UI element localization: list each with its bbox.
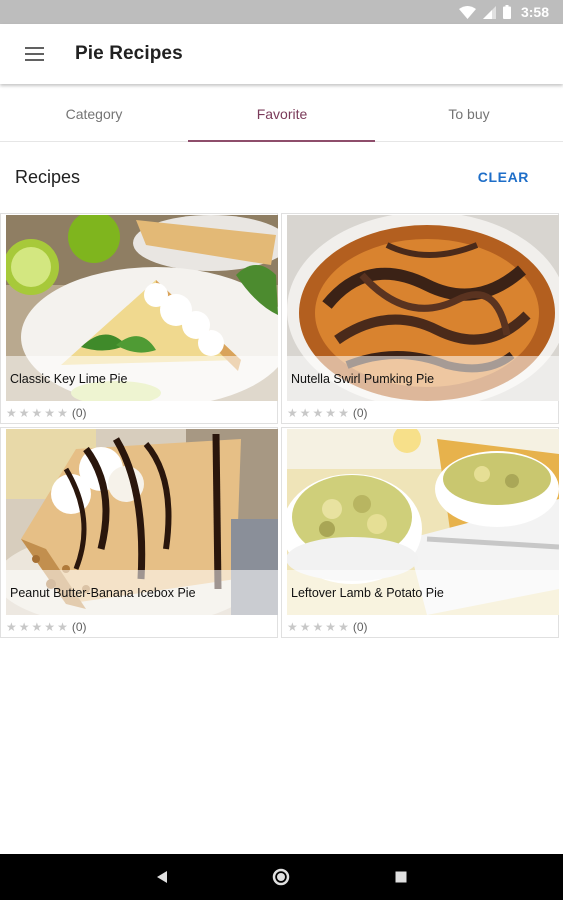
recipe-title: Nutella Swirl Pumking Pie <box>291 372 435 386</box>
star-icon: ★ <box>312 406 324 420</box>
star-icon: ★ <box>6 406 17 420</box>
star-icon: ★ <box>312 620 324 634</box>
status-time: 3:58 <box>520 4 549 20</box>
rating-count: (0) <box>352 406 368 420</box>
star-icon: ★ <box>299 406 311 420</box>
rating-row: ★ ★ ★ ★ ★ (0) <box>287 404 368 422</box>
star-icon: ★ <box>325 620 337 634</box>
app-title: Pie Recipes <box>75 43 183 64</box>
lamb-potato-pie-photo: Leftover Lamb & Potato Pie <box>287 429 559 615</box>
status-icons: 3:58 <box>458 4 549 20</box>
tab-to-buy[interactable]: To buy <box>375 85 563 142</box>
star-icon: ★ <box>287 406 298 420</box>
rating-row: ★ ★ ★ ★ ★ (0) <box>6 404 87 422</box>
star-icon: ★ <box>338 620 349 634</box>
rating-row: ★ ★ ★ ★ ★ (0) <box>287 618 368 636</box>
star-rating: ★ ★ ★ ★ ★ <box>287 621 349 633</box>
star-icon: ★ <box>287 620 298 634</box>
nav-bar <box>0 854 563 900</box>
recipe-card[interactable]: Peanut Butter-Banana Icebox Pie ★ ★ ★ ★ … <box>0 427 278 638</box>
star-rating: ★ ★ ★ ★ ★ <box>6 621 68 633</box>
rating-row: ★ ★ ★ ★ ★ (0) <box>6 618 87 636</box>
back-icon[interactable] <box>140 854 184 900</box>
battery-icon <box>502 5 511 19</box>
rating-count: (0) <box>352 620 368 634</box>
clear-button[interactable]: CLEAR <box>478 169 529 185</box>
recipe-title: Classic Key Lime Pie <box>10 372 128 386</box>
tab-favorite[interactable]: Favorite <box>188 85 376 142</box>
section-header: Recipes CLEAR <box>0 143 563 213</box>
star-icon: ★ <box>18 406 30 420</box>
tab-indicator <box>188 140 375 142</box>
star-icon: ★ <box>44 620 56 634</box>
rating-count: (0) <box>71 620 87 634</box>
tab-bar: Category Favorite To buy <box>0 85 563 142</box>
recipe-card[interactable]: Nutella Swirl Pumking Pie ★ ★ ★ ★ ★ (0) <box>281 213 559 424</box>
star-icon: ★ <box>299 620 311 634</box>
star-icon: ★ <box>44 406 56 420</box>
app-bar: Pie Recipes <box>0 24 563 84</box>
signal-icon <box>482 5 496 19</box>
section-title: Recipes <box>15 167 81 187</box>
menu-icon[interactable] <box>25 46 45 62</box>
recipe-card[interactable]: Leftover Lamb & Potato Pie ★ ★ ★ ★ ★ (0) <box>281 427 559 638</box>
wifi-icon <box>458 5 476 19</box>
key-lime-pie-photo: Classic Key Lime Pie <box>6 215 278 401</box>
star-rating: ★ ★ ★ ★ ★ <box>287 407 349 419</box>
star-icon: ★ <box>18 620 30 634</box>
peanut-butter-pie-photo: Peanut Butter-Banana Icebox Pie <box>6 429 278 615</box>
status-bar: 3:58 <box>0 0 563 24</box>
recipe-card[interactable]: Classic Key Lime Pie ★ ★ ★ ★ ★ (0) <box>0 213 278 424</box>
star-icon: ★ <box>325 406 337 420</box>
recipe-title: Leftover Lamb & Potato Pie <box>291 586 444 600</box>
star-icon: ★ <box>6 620 17 634</box>
star-icon: ★ <box>31 406 43 420</box>
star-icon: ★ <box>31 620 43 634</box>
tab-category[interactable]: Category <box>0 85 188 142</box>
star-icon: ★ <box>338 406 349 420</box>
nutella-pumpkin-pie-photo: Nutella Swirl Pumking Pie <box>287 215 559 401</box>
recipe-title: Peanut Butter-Banana Icebox Pie <box>10 586 196 600</box>
star-rating: ★ ★ ★ ★ ★ <box>6 407 68 419</box>
star-icon: ★ <box>57 406 68 420</box>
star-icon: ★ <box>57 620 68 634</box>
recents-icon[interactable] <box>379 854 423 900</box>
home-icon[interactable] <box>259 854 303 900</box>
rating-count: (0) <box>71 406 87 420</box>
